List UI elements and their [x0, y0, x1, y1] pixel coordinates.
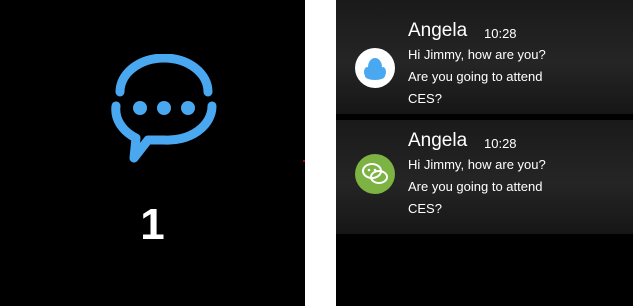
qq-penguin-icon [355, 48, 395, 88]
message-line: Hi Jimmy, how are you? [408, 47, 546, 62]
message-line: Hi Jimmy, how are you? [408, 157, 546, 172]
message-preview: Hi Jimmy, how are you? Are you going to … [408, 44, 623, 110]
divider-mark [303, 160, 305, 162]
sender-name: Angela [408, 20, 468, 41]
wechat-icon [355, 154, 395, 194]
chat-bubble-dots-icon [111, 54, 217, 163]
message-line: CES? [408, 201, 442, 216]
notification-item[interactable]: Angela 10:28 Hi Jimmy, how are you? Are … [336, 120, 633, 234]
notification-count-screen: 1 [0, 0, 305, 306]
notification-list-screen: Angela 10:28 Hi Jimmy, how are you? Are … [336, 0, 633, 306]
message-preview: Hi Jimmy, how are you? Are you going to … [408, 154, 623, 220]
message-line: Are you going to attend [408, 179, 543, 194]
sender-name: Angela [408, 130, 468, 151]
message-time: 10:28 [484, 136, 517, 151]
notification-item[interactable]: Angela 10:28 Hi Jimmy, how are you? Are … [336, 0, 633, 114]
message-time: 10:28 [484, 26, 517, 41]
message-line: CES? [408, 91, 442, 106]
unread-count: 1 [140, 200, 165, 249]
message-line: Are you going to attend [408, 69, 543, 84]
